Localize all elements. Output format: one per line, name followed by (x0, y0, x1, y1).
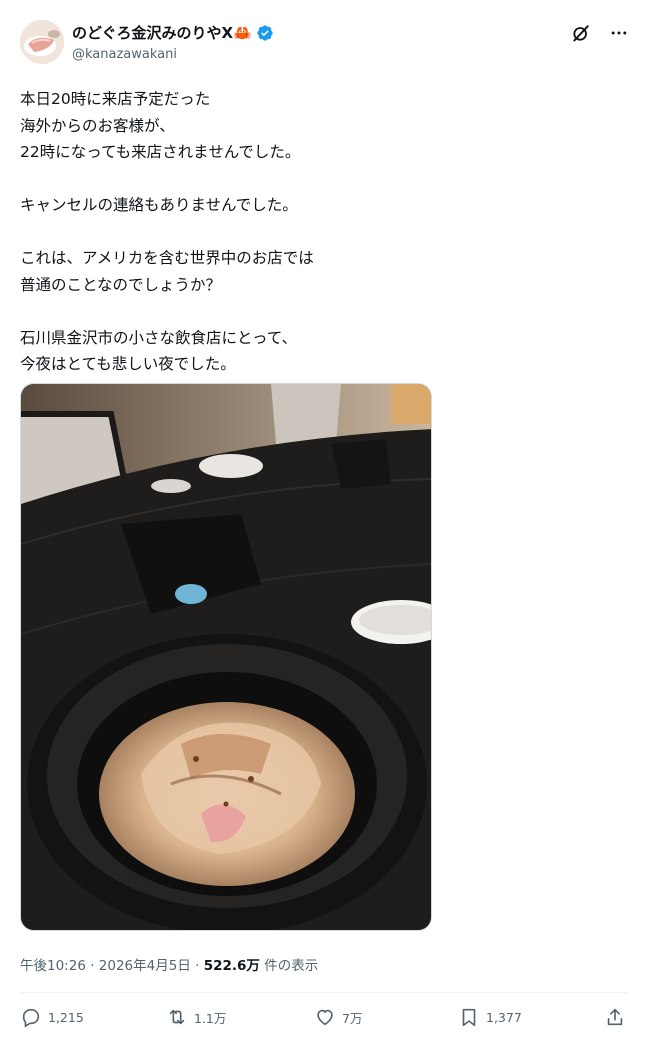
reply-count: 1,215 (48, 1009, 84, 1025)
post-photo[interactable] (20, 383, 432, 931)
post-text-line: 石川県金沢市の小さな飲食店にとって、 (20, 328, 297, 347)
repost-count: 1.1万 (194, 1010, 227, 1026)
avatar[interactable] (20, 20, 64, 64)
repost-icon (169, 1009, 185, 1025)
post-text-line (20, 166, 620, 193)
bookmark-button[interactable]: 1,377 (458, 1006, 522, 1028)
post-text-line: 今夜はとても悲しい夜でした。 (20, 355, 236, 373)
bookmark-count: 1,377 (486, 1009, 522, 1025)
like-button[interactable]: 7万 (314, 1006, 362, 1028)
share-button[interactable] (604, 1006, 626, 1028)
post-text: 本日20時に来店予定だった 海外からのお客様が、 22時になっても来店されません… (20, 86, 620, 378)
post-text-line: 普通のことなのでしょうか？ (20, 275, 222, 294)
view-count-suffix: 件の表示 (259, 958, 319, 974)
reply-button[interactable]: 1,215 (20, 1006, 84, 1028)
grok-icon[interactable] (570, 22, 592, 44)
bookmark-icon (462, 1008, 476, 1027)
like-count: 7万 (342, 1010, 363, 1026)
post-text-line (20, 298, 620, 325)
action-bar: 1,215 1.1万 7万 1,377 (20, 1006, 634, 1034)
meta-separator: · (190, 958, 204, 974)
clay-pot-rice-photo (21, 384, 431, 930)
meta-separator: · (85, 958, 99, 974)
reply-icon (22, 1009, 40, 1028)
post-text-line: 本日20時に来店予定だった (20, 90, 211, 108)
heart-icon (317, 1009, 333, 1026)
verified-badge-icon (257, 24, 273, 41)
repost-button[interactable]: 1.1万 (166, 1006, 226, 1028)
share-icon (607, 1008, 623, 1026)
post-text-line: これは、アメリカを含む世界中のお店では (20, 249, 314, 267)
author-handle[interactable]: @kanazawakani (72, 47, 177, 62)
post-time[interactable]: 午後10:26 (20, 958, 86, 974)
post-text-line (20, 219, 620, 246)
post-date[interactable]: 2026年4月5日 (99, 958, 191, 974)
author-display-name[interactable]: のどぐろ金沢みのりやX🦀 (72, 22, 252, 43)
post-text-line: 22時になっても来店されませんでした。 (20, 143, 301, 161)
avatar-food-photo-icon (20, 20, 64, 64)
divider (20, 992, 628, 993)
more-icon[interactable] (608, 22, 630, 44)
post-text-line: 海外からのお客様が、 (20, 116, 175, 135)
post-text-line: キャンセルの連絡もありませんでした。 (20, 196, 298, 214)
post-meta: 午後10:26 · 2026年4月5日 · 522.6万 件の表示 (20, 954, 318, 974)
view-count: 522.6万 (203, 958, 260, 974)
